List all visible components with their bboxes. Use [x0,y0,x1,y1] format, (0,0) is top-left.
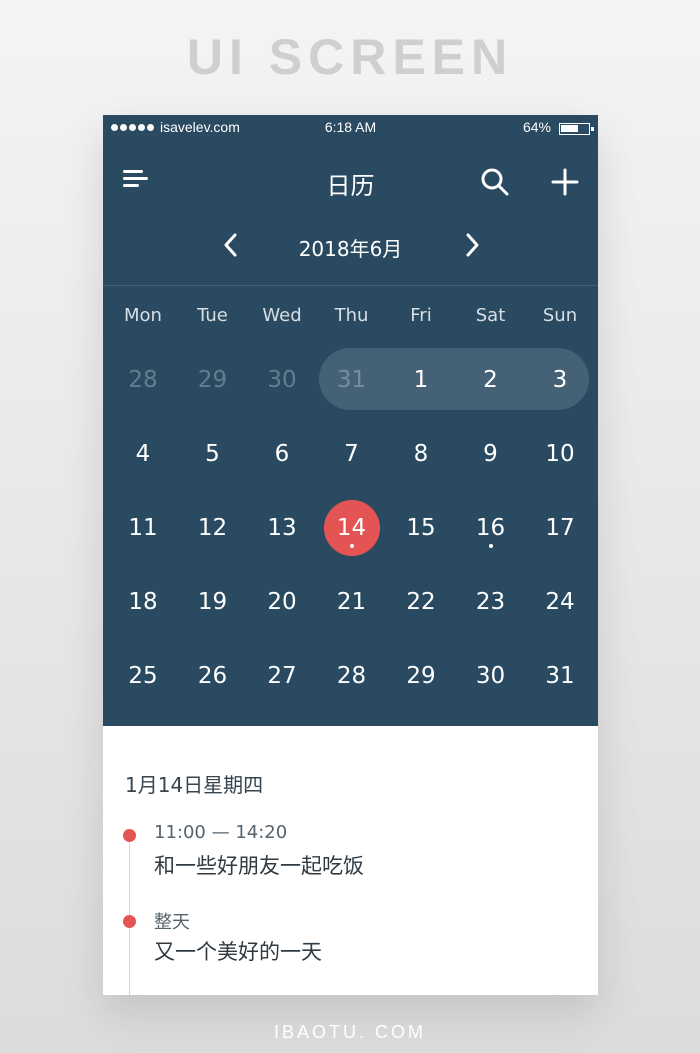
calendar-day[interactable]: 7 [324,426,380,482]
agenda-date: 1月14日星期四 [125,773,264,797]
calendar-day[interactable]: 2 [463,352,519,408]
calendar-day[interactable]: 17 [532,500,588,556]
weekday-label: Thu [334,305,369,326]
calendar-day[interactable]: 26 [185,648,241,704]
calendar-day[interactable]: 4 [115,426,171,482]
event-time: 11:00 — 14:20 [154,822,288,843]
page-title: 日历 [326,172,375,200]
calendar-day[interactable]: 20 [254,574,310,630]
footer-brand: IBAOTU. COM [273,1022,426,1042]
calendar-panel: isavelev.com 6:18 AM 64% 日历 2018年6月 Mon … [103,115,598,726]
calendar-day[interactable]: 11 [115,500,171,556]
weekday-label: Sat [475,305,506,326]
calendar-day[interactable]: 29 [393,648,449,704]
weekday-label: Wed [262,305,302,326]
calendar-day[interactable]: 31 [532,648,588,704]
battery-percent: 64% [522,119,551,135]
event-title: 又一个美好的一天 [154,940,322,964]
calendar-day[interactable]: 3 [532,352,588,408]
event-time: 整天 [154,912,190,933]
calendar-day[interactable]: 8 [393,426,449,482]
calendar-day[interactable]: 16 [463,500,519,556]
agenda-panel: 1月14日星期四 11:00 — 14:20 和一些好朋友一起吃饭 整天 又一个… [103,726,598,995]
month-divider [103,285,598,286]
calendar-day[interactable]: 28 [324,648,380,704]
search-icon[interactable] [476,163,514,201]
phone-screen: isavelev.com 6:18 AM 64% 日历 2018年6月 Mon … [103,115,598,995]
calendar-day[interactable]: 1 [393,352,449,408]
plus-icon[interactable] [546,163,584,201]
top-nav: 日历 [103,155,598,207]
calendar-day[interactable]: 22 [393,574,449,630]
event-dot-icon [123,915,136,928]
calendar-day[interactable]: 28 [115,352,171,408]
weekday-label: Mon [124,305,162,326]
calendar-day[interactable]: 27 [254,648,310,704]
event-item[interactable]: 整天 又一个美好的一天 [103,908,598,968]
calendar-day[interactable]: 31 [324,352,380,408]
chevron-right-icon[interactable] [457,230,487,260]
calendar-day[interactable]: 14 [323,500,380,556]
weekday-label: Sun [542,305,578,326]
calendar-day[interactable]: 10 [532,426,588,482]
weekday-label: Tue [197,305,228,326]
calendar-day[interactable]: 30 [254,352,310,408]
calendar-day[interactable]: 24 [532,574,588,630]
calendar-day[interactable]: 13 [254,500,310,556]
calendar-day[interactable]: 21 [324,574,380,630]
calendar-day[interactable]: 19 [185,574,241,630]
calendar-day[interactable]: 9 [463,426,519,482]
page-heading: UI SCREEN [186,29,514,85]
calendar-day[interactable]: 18 [115,574,171,630]
calendar-day[interactable]: 25 [115,648,171,704]
event-title: 和一些好朋友一起吃饭 [154,854,364,878]
calendar-day[interactable]: 15 [393,500,449,556]
weekday-label: Fri [410,305,432,326]
calendar-day[interactable]: 30 [463,648,519,704]
weekday-row: Mon Tue Wed Thu Fri Sat Sun [103,305,598,335]
calendar-day[interactable]: 6 [254,426,310,482]
calendar-day[interactable]: 12 [185,500,241,556]
battery-icon [559,123,594,135]
event-item[interactable]: 11:00 — 14:20 和一些好朋友一起吃饭 [103,822,598,882]
calendar-day[interactable]: 23 [463,574,519,630]
battery-fill [561,125,579,132]
month-navigation: 2018年6月 [103,218,598,270]
month-label: 2018年6月 [298,237,403,261]
status-bar: isavelev.com 6:18 AM 64% [103,115,598,141]
event-dot-icon [123,829,136,842]
calendar-day[interactable]: 5 [185,426,241,482]
calendar-day[interactable]: 29 [185,352,241,408]
